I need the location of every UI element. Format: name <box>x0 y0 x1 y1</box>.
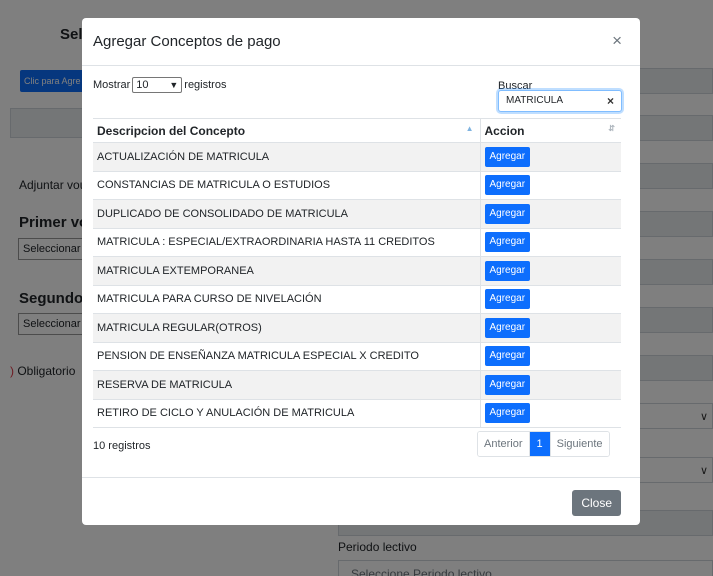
add-concept-button[interactable]: Agregar <box>484 346 531 367</box>
table-row: CONSTANCIAS DE MATRICULA O ESTUDIOS Agre… <box>93 171 621 200</box>
add-concept-button[interactable]: Agregar <box>484 289 531 310</box>
add-concept-button[interactable]: Agregar <box>484 203 531 224</box>
table-row: RETIRO DE CICLO Y ANULACIÓN DE MATRICULA… <box>93 399 621 428</box>
pagination-next[interactable]: Siguiente <box>549 432 609 456</box>
add-concept-button[interactable]: Agregar <box>484 146 531 167</box>
add-concept-button[interactable]: Agregar <box>484 403 531 424</box>
modal-header: Agregar Conceptos de pago × <box>82 18 640 66</box>
length-suffix-label: registros <box>184 79 227 91</box>
add-concept-button[interactable]: Agregar <box>484 232 531 253</box>
concept-description: CONSTANCIAS DE MATRICULA O ESTUDIOS <box>93 171 481 200</box>
concept-description: PENSION DE ENSEÑANZA MATRICULA ESPECIAL … <box>93 342 481 371</box>
pagination-page-current[interactable]: 1 <box>529 432 550 456</box>
concept-description: MATRICULA REGULAR(OTROS) <box>93 313 481 343</box>
concept-description: RESERVA DE MATRICULA <box>93 370 481 400</box>
search-value: MATRICULA <box>506 95 564 106</box>
search-input[interactable]: MATRICULA × <box>498 90 622 112</box>
add-concept-button[interactable]: Agregar <box>484 317 531 338</box>
chevron-down-icon: ▼ <box>169 80 179 90</box>
add-concept-button[interactable]: Agregar <box>484 374 531 395</box>
close-icon[interactable]: × <box>612 31 622 51</box>
table-row: MATRICULA REGULAR(OTROS) Agregar <box>93 313 621 343</box>
add-concept-button[interactable]: Agregar <box>484 260 531 281</box>
modal-footer: Close <box>82 477 640 525</box>
length-prefix-label: Mostrar <box>93 79 131 91</box>
page-length-value: 10 <box>136 79 149 91</box>
pagination-previous[interactable]: Anterior <box>478 432 530 456</box>
table-row: MATRICULA : ESPECIAL/EXTRAORDINARIA HAST… <box>93 228 621 257</box>
page-length-control: Mostrar 10 ▼ registros <box>93 77 226 93</box>
add-payment-concepts-modal: Agregar Conceptos de pago × Mostrar 10 ▼… <box>82 18 640 525</box>
clear-search-icon[interactable]: × <box>607 94 614 108</box>
concept-description: MATRICULA EXTEMPORANEA <box>93 256 481 286</box>
concept-description: MATRICULA : ESPECIAL/EXTRAORDINARIA HAST… <box>93 228 481 257</box>
add-concept-button[interactable]: Agregar <box>484 175 531 196</box>
page-length-select[interactable]: 10 ▼ <box>132 77 183 93</box>
sort-asc-icon: ▲ <box>465 124 474 133</box>
sort-icon: ⇵ <box>608 124 615 133</box>
records-info: 10 registros <box>93 440 151 452</box>
table-row: MATRICULA EXTEMPORANEA Agregar <box>93 256 621 286</box>
pagination: Anterior 1 Siguiente <box>477 431 610 457</box>
column-header-action[interactable]: Accion ⇵ <box>480 118 621 143</box>
column-header-description[interactable]: Descripcion del Concepto ▲ <box>93 118 481 143</box>
close-button[interactable]: Close <box>572 490 621 516</box>
table-row: RESERVA DE MATRICULA Agregar <box>93 370 621 400</box>
concept-description: DUPLICADO DE CONSOLIDADO DE MATRICULA <box>93 199 481 229</box>
table-row: MATRICULA PARA CURSO DE NIVELACIÓN Agreg… <box>93 285 621 314</box>
modal-title: Agregar Conceptos de pago <box>93 33 281 50</box>
table-row: ACTUALIZACIÓN DE MATRICULA Agregar <box>93 142 621 172</box>
concept-description: RETIRO DE CICLO Y ANULACIÓN DE MATRICULA <box>93 399 481 428</box>
concept-description: MATRICULA PARA CURSO DE NIVELACIÓN <box>93 285 481 314</box>
table-row: PENSION DE ENSEÑANZA MATRICULA ESPECIAL … <box>93 342 621 371</box>
concepts-table: Descripcion del Concepto ▲ Accion ⇵ ACTU… <box>93 118 621 428</box>
table-row: DUPLICADO DE CONSOLIDADO DE MATRICULA Ag… <box>93 199 621 229</box>
concept-description: ACTUALIZACIÓN DE MATRICULA <box>93 142 481 172</box>
